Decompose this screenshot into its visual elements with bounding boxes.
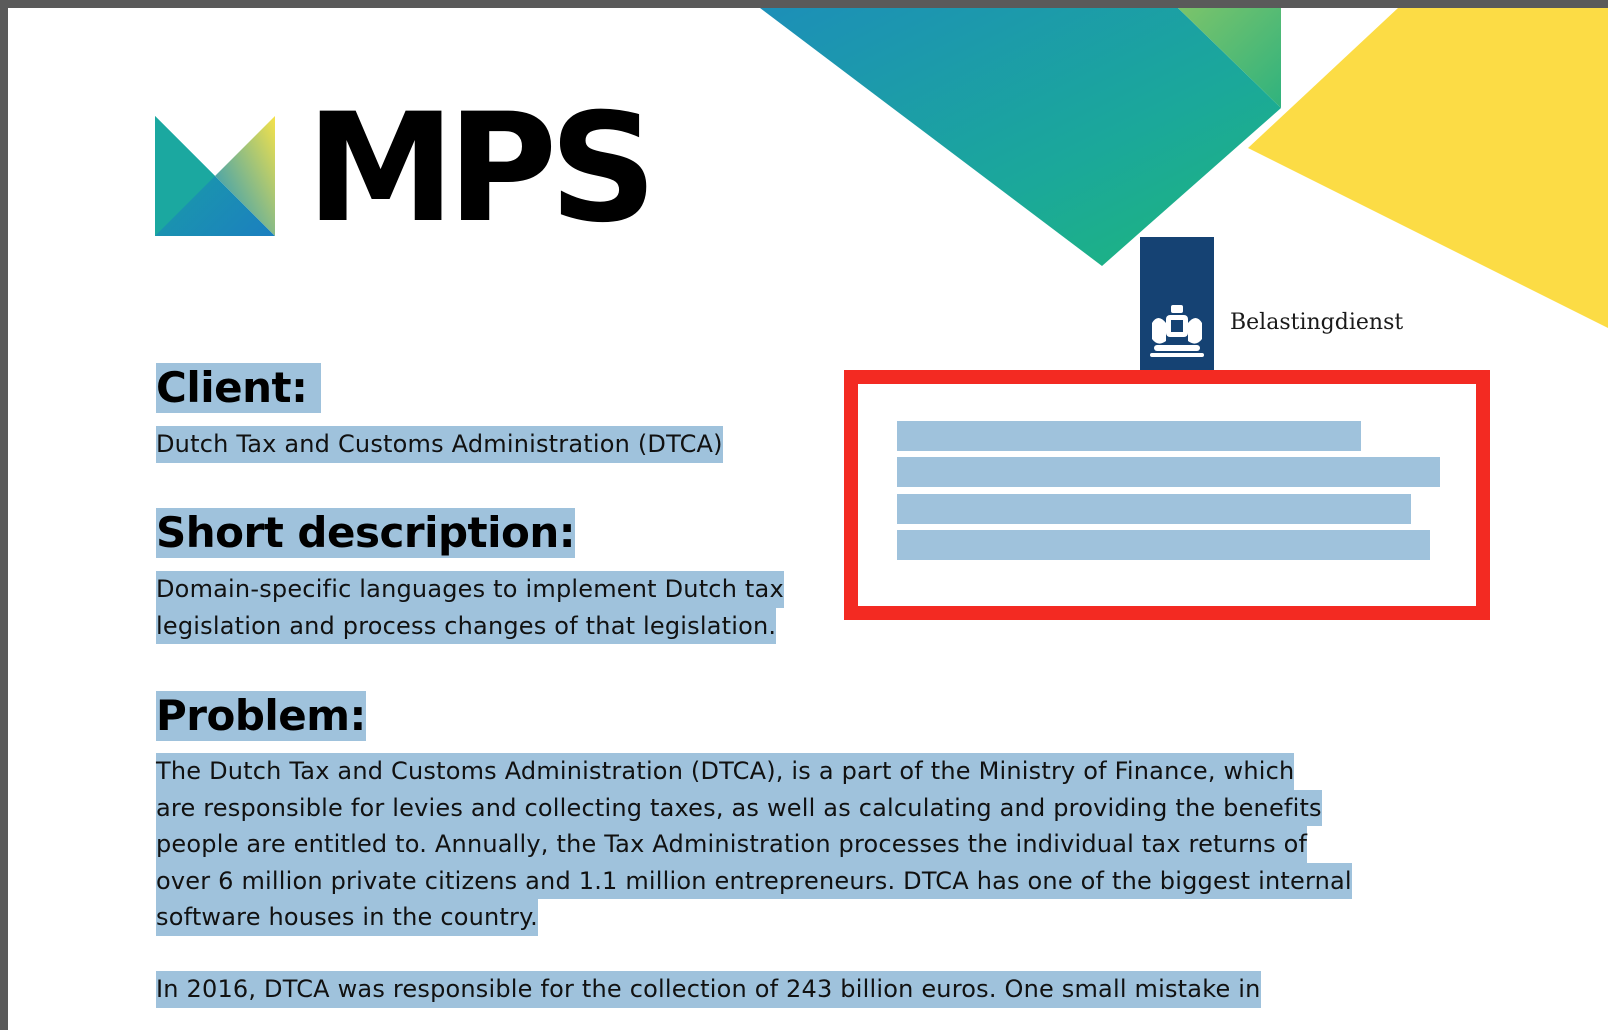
- redacted-line: [897, 530, 1430, 560]
- problem-line: software houses in the country.: [156, 899, 538, 936]
- problem-line: In 2016, DTCA was responsible for the co…: [156, 971, 1261, 1008]
- short-description-text: Domain-specific languages to implement D…: [156, 571, 784, 644]
- redacted-line: [897, 494, 1411, 524]
- problem-paragraph-1: The Dutch Tax and Customs Administration…: [156, 753, 1352, 936]
- problem-heading: Problem:: [156, 691, 366, 741]
- problem-line: people are entitled to. Annually, the Ta…: [156, 826, 1308, 863]
- short-description-heading: Short description:: [156, 508, 576, 558]
- belastingdienst-name: Belastingdienst: [1230, 310, 1404, 335]
- mps-logo-text: MPS: [306, 82, 657, 256]
- mps-logo-mark: [155, 116, 275, 236]
- client-heading: Client:: [156, 363, 322, 413]
- problem-paragraph-2: In 2016, DTCA was responsible for the co…: [156, 971, 1261, 1008]
- client-line: Dutch Tax and Customs Administration (DT…: [156, 426, 723, 463]
- short-description-line: Domain-specific languages to implement D…: [156, 571, 784, 608]
- redacted-line: [897, 421, 1361, 451]
- coat-of-arms-icon: [1150, 305, 1204, 357]
- problem-line: The Dutch Tax and Customs Administration…: [156, 753, 1295, 790]
- client-text: Dutch Tax and Customs Administration (DT…: [156, 426, 723, 463]
- belastingdienst-logo: [1140, 237, 1214, 384]
- redacted-line: [897, 457, 1440, 487]
- problem-line: over 6 million private citizens and 1.1 …: [156, 862, 1352, 899]
- short-description-line: legislation and process changes of that …: [156, 607, 777, 644]
- problem-line: are responsible for levies and collectin…: [156, 789, 1322, 826]
- document-page: MPS Belastingdienst Client: Dutch Tax an…: [8, 8, 1608, 1030]
